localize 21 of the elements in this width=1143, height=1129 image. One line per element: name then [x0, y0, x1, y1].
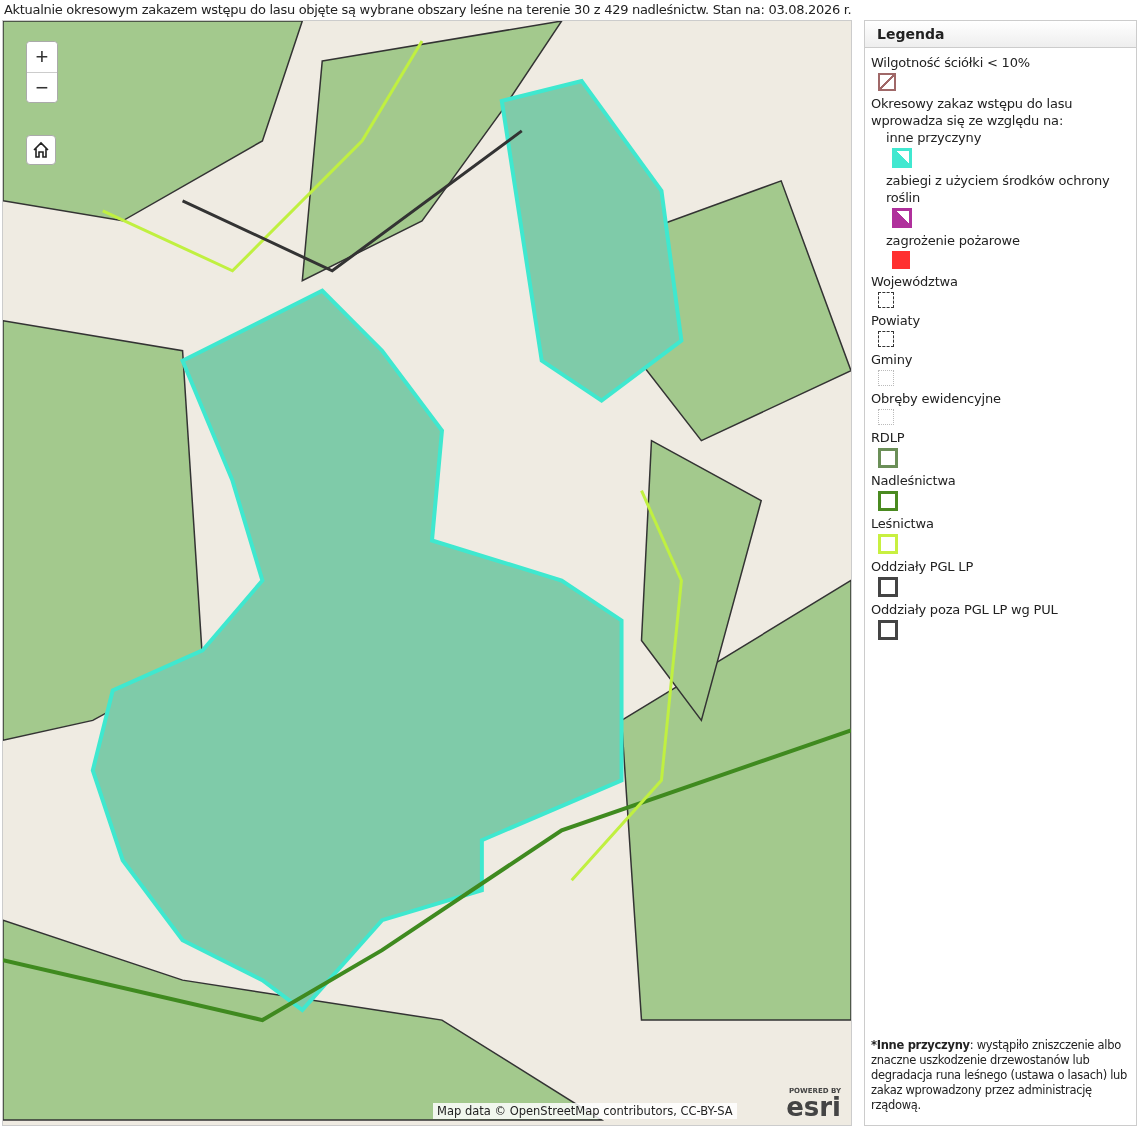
logo-text: esri [786, 1095, 841, 1119]
header-text: Aktualnie okresowym zakazem wstępu do lasu objęte są wybrane obszary leśne na terenie 30 z 429 nadleśnictw. Stan na: 03.08.2026 r. [3, 1, 853, 19]
legend-label: Nadleśnictwa [871, 472, 957, 489]
footnote-text: *Inne przyczyny: wystąpiło zniszczenie albo znaczne uszkodzenie drzewostanów lub degradacja runa leśnego (ustawa o lasach) lub zakaz wprowadzony przez administrację rządową. [871, 1038, 1129, 1113]
legend-label: Obręby ewidencyjne [871, 390, 1002, 407]
legend-label: RDLP [871, 429, 906, 446]
legend-label: Leśnictwa [871, 515, 935, 532]
legend-label: Oddziały poza PGL LP wg PUL [871, 601, 1059, 618]
home-icon [32, 141, 50, 159]
legend-label: Województwa [871, 273, 959, 290]
legend-label: Gminy [871, 351, 914, 368]
zoom-out-button[interactable]: − [27, 72, 57, 102]
legend-label: Oddziały PGL LP [871, 558, 975, 575]
legend-label: Wilgotność ściółki < 10% [871, 54, 1031, 71]
legend-label: Okresowy zakaz wstępu do lasu wprowadza się ze względu na: [871, 95, 1074, 129]
legend-label: zagrożenie pożarowe [886, 232, 1021, 249]
legend-label: zabiegi z użyciem środków ochrony roślin [886, 172, 1111, 206]
legend-label: inne przyczyny [886, 129, 983, 146]
map-attribution: Map data © OpenStreetMap contributors, CC-BY-SA [433, 1103, 737, 1119]
home-button[interactable] [26, 135, 56, 165]
legend-label: Powiaty [871, 312, 921, 329]
